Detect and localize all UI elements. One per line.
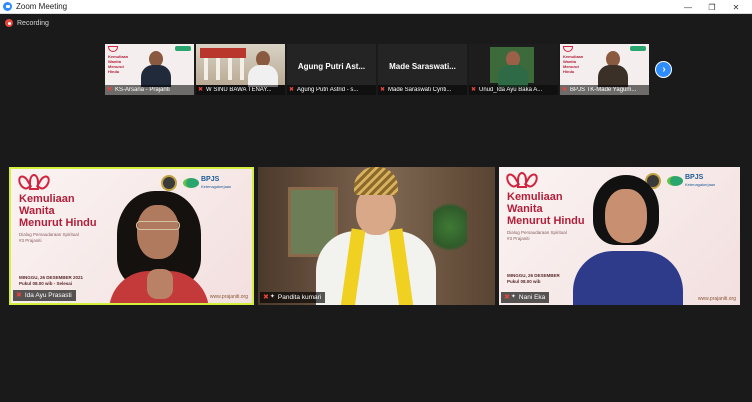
participant-display-name: Made Saraswati... bbox=[389, 62, 456, 71]
thumbnail-caption: ✖ KS-Arsana - Prajanti bbox=[105, 85, 194, 95]
participant-person bbox=[248, 49, 278, 87]
mic-muted-icon: ✖ bbox=[562, 87, 568, 93]
participant-name: Ida Ayu Prasasti bbox=[24, 292, 72, 299]
participant-name: Made Saraswati Cynti... bbox=[388, 87, 452, 93]
next-page-button[interactable]: › bbox=[655, 61, 672, 78]
bpjs-brand-sub: Ketenagakerjaan bbox=[685, 182, 716, 187]
slide-date: MINGGU, 26 DESEMBER 2021 Pukul 08.00 wib… bbox=[19, 275, 84, 286]
thumbnail-caption: ✖ Agung Putri Astrid - s... bbox=[287, 85, 376, 95]
mic-muted-icon: ✖ bbox=[16, 292, 22, 299]
bpjs-brand: BPJS bbox=[201, 176, 220, 183]
participant-name: BPJS TK-Made Yagum... bbox=[570, 87, 637, 93]
participant-thumbnail[interactable]: Made Saraswati... ✖ Made Saraswati Cynti… bbox=[378, 44, 467, 95]
minimize-button[interactable]: — bbox=[676, 0, 700, 14]
participant-video bbox=[109, 191, 209, 303]
thumbnail-caption: ✖ W SINU BAWA TENAY... bbox=[196, 85, 285, 95]
bpjs-brand: BPJS bbox=[685, 174, 704, 181]
video-tile[interactable]: Kemuliaan Wanita Menurut Hindu Dialog Pe… bbox=[499, 167, 740, 305]
mic-muted-icon: ✖ bbox=[263, 294, 269, 301]
recording-indicator[interactable]: Recording bbox=[5, 19, 49, 27]
participant-name: Agung Putri Astrid - s... bbox=[297, 87, 359, 93]
participant-person bbox=[498, 49, 528, 87]
participant-video bbox=[598, 49, 628, 87]
lotus-logo-icon bbox=[15, 173, 53, 192]
participant-thumbnail[interactable]: Kemuliaan Wanita Menurut Hindu ✖ KS-Arsa… bbox=[105, 44, 194, 95]
mic-muted-icon: ✖ bbox=[289, 87, 295, 93]
slide-subtitle: Dialog Persaudaraan Spiritual #3 Prajani… bbox=[507, 230, 567, 241]
window-titlebar: Zoom Meeting — ❐ ✕ bbox=[0, 0, 752, 14]
participant-thumbnail[interactable]: ✖ Unud_Ida Ayu Baka A... bbox=[469, 44, 558, 95]
thumbnail-slide-title: Kemuliaan Wanita Menurut Hindu bbox=[563, 54, 584, 74]
mic-muted-icon: ✖ bbox=[471, 87, 477, 93]
pin-icon: ✦ bbox=[269, 294, 275, 300]
participant-strip: Kemuliaan Wanita Menurut Hindu ✖ KS-Arsa… bbox=[105, 44, 651, 95]
participant-video bbox=[316, 167, 436, 305]
mic-muted-icon: ✖ bbox=[107, 87, 113, 93]
bpjs-logo-icon bbox=[183, 177, 199, 188]
lotus-logo-icon bbox=[503, 171, 541, 190]
window-controls: — ❐ ✕ bbox=[676, 0, 748, 14]
bpjs-brand-sub: Ketenagakerjaan bbox=[201, 184, 232, 189]
close-button[interactable]: ✕ bbox=[724, 0, 748, 14]
lotus-logo-icon bbox=[108, 46, 118, 52]
participant-thumbnail[interactable]: ✖ W SINU BAWA TENAY... bbox=[196, 44, 285, 95]
participant-name-label: ✖ ✦ Pandita kumari bbox=[260, 292, 326, 303]
recording-label: Recording bbox=[17, 19, 49, 27]
emblem-icon bbox=[161, 175, 177, 191]
participant-name: Nani Eka bbox=[518, 294, 546, 301]
slide-website: www.prajaniti.org bbox=[209, 294, 248, 300]
participant-display-name: Agung Putri Ast... bbox=[297, 62, 366, 71]
mic-muted-icon: ✖ bbox=[504, 294, 510, 301]
window-title: Zoom Meeting bbox=[16, 2, 68, 11]
bpjs-logo: BPJS Ketenagakerjaan bbox=[183, 176, 231, 189]
pin-icon: ✦ bbox=[510, 294, 516, 300]
slide-date: MINGGU, 26 DESEMBER Pukul 08.00 wib bbox=[507, 273, 560, 284]
participant-name-label: ✖ ✦ Nani Eka bbox=[501, 292, 550, 303]
participant-video bbox=[573, 175, 683, 305]
slide-subtitle: Dialog Persaudaraan Spiritual #3 Prajani… bbox=[19, 232, 79, 243]
thumbnail-caption: ✖ Made Saraswati Cynti... bbox=[378, 85, 467, 95]
lotus-logo-icon bbox=[563, 46, 573, 52]
participant-name: Pandita kumari bbox=[277, 294, 322, 301]
participant-name-label: ✖ Ida Ayu Prasasti bbox=[13, 290, 76, 301]
slide-website: www.prajaniti.org bbox=[697, 296, 736, 302]
slide-title: Kemuliaan Wanita Menurut Hindu bbox=[19, 193, 97, 229]
participant-name: KS-Arsana - Prajanti bbox=[115, 87, 170, 93]
participant-thumbnail[interactable]: Agung Putri Ast... ✖ Agung Putri Astrid … bbox=[287, 44, 376, 95]
mic-muted-icon: ✖ bbox=[380, 87, 386, 93]
bpjs-logo-icon bbox=[175, 46, 191, 51]
bpjs-logo-icon bbox=[630, 46, 646, 51]
video-tile-active-speaker[interactable]: Kemuliaan Wanita Menurut Hindu Dialog Pe… bbox=[9, 167, 254, 305]
thumbnail-caption: ✖ BPJS TK-Made Yagum... bbox=[560, 85, 649, 95]
restore-button[interactable]: ❐ bbox=[700, 0, 724, 14]
mic-muted-icon: ✖ bbox=[198, 87, 204, 93]
participant-name: Unud_Ida Ayu Baka A... bbox=[479, 87, 543, 93]
participant-video bbox=[141, 49, 171, 87]
chevron-right-icon: › bbox=[662, 63, 666, 75]
thumbnail-caption: ✖ Unud_Ida Ayu Baka A... bbox=[469, 85, 558, 95]
zoom-app-icon bbox=[3, 2, 12, 11]
participant-thumbnail[interactable]: Kemuliaan Wanita Menurut Hindu ✖ BPJS TK… bbox=[560, 44, 649, 95]
recording-icon bbox=[5, 19, 13, 27]
video-tile[interactable]: ✖ ✦ Pandita kumari bbox=[258, 167, 495, 305]
thumbnail-slide-title: Kemuliaan Wanita Menurut Hindu bbox=[108, 54, 129, 74]
participant-name: W SINU BAWA TENAY... bbox=[206, 87, 272, 93]
